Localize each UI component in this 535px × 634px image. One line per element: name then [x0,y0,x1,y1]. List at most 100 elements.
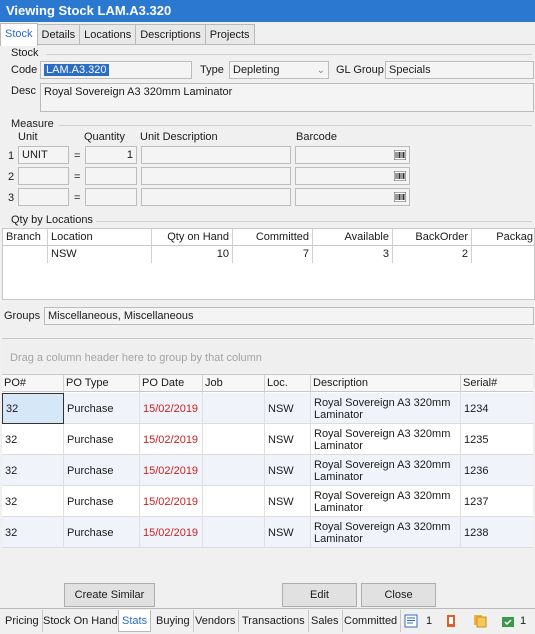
attachment-icon[interactable] [444,614,458,628]
description-line: Royal Sovereign A3 320mm [314,489,451,502]
groups-label: Groups [4,310,41,322]
window-title: Viewing Stock LAM.A3.320 [0,0,535,22]
qty-by-locations-divider [96,221,532,222]
measure-barcode-field[interactable] [295,167,410,185]
po-date-cell: 15/02/2019 [140,455,203,486]
description-line: Laminator [314,470,363,483]
po-type-cell: Purchase [64,393,140,424]
measure-quantity-header: Quantity [84,131,125,143]
tab-projects[interactable]: Projects [204,24,255,45]
gl-group-field[interactable]: Specials [385,61,534,79]
measure-unit-field[interactable]: UNIT [18,146,69,164]
close-button[interactable]: Close [361,583,436,607]
tab-stock[interactable]: Stock [0,23,38,46]
bottom-tab-bar: Pricing Stock On Hand Stats Buying Vendo… [0,608,535,634]
column-header-location[interactable]: Loc. [265,375,311,393]
tab-transactions[interactable]: Transactions [239,610,309,632]
qty-on-hand-cell: 10 [152,246,233,263]
measure-barcode-field[interactable] [295,146,410,164]
stock-group-title: Stock [11,47,39,59]
measure-unit-description-header: Unit Description [140,131,218,143]
tab-stock-on-hand[interactable]: Stock On Hand [40,610,122,632]
column-header-po-number[interactable]: PO# [2,375,64,393]
tab-locations[interactable]: Locations [79,24,137,45]
measure-unit-description-field[interactable] [141,146,291,164]
description-line: Laminator [314,532,363,545]
job-cell [203,486,265,517]
tab-buying[interactable]: Buying [153,610,194,632]
table-row[interactable]: 32 Purchase 15/02/2019 NSW Royal Soverei… [2,455,533,486]
barcode-icon[interactable] [394,192,406,202]
po-number-cell[interactable]: 32 [2,393,64,424]
column-header-package[interactable]: Packag [472,229,535,245]
type-value: Depleting [233,64,280,76]
tab-details[interactable]: Details [36,24,81,45]
measure-barcode-field[interactable] [295,188,410,206]
column-header-backorder[interactable]: BackOrder [393,229,472,245]
measure-quantity-field[interactable] [85,188,137,206]
measure-group-title: Measure [11,118,54,130]
stock-group-divider [46,54,532,55]
groups-field[interactable]: Miscellaneous, Miscellaneous [44,307,534,325]
measure-quantity-field[interactable]: 1 [85,146,137,164]
location-cell: NSW [48,246,152,263]
gl-group-label: GL Group [336,64,384,76]
type-select[interactable]: Depleting ⌄ [229,61,329,79]
code-value: LAM.A3.320 [44,64,109,76]
barcode-icon[interactable] [394,150,406,160]
tab-vendors[interactable]: Vendors [192,610,240,632]
column-header-job[interactable]: Job [203,375,265,393]
po-date-cell: 15/02/2019 [140,393,203,424]
qty-by-locations-title: Qty by Locations [11,214,93,226]
tab-committed[interactable]: Committed [341,610,402,632]
po-type-cell: Purchase [64,424,140,455]
table-row[interactable]: 32 Purchase 15/02/2019 NSW Royal Soverei… [2,424,533,455]
barcode-icon[interactable] [394,171,406,181]
table-row[interactable]: NSW 10 7 3 2 [3,246,535,263]
measure-unit-description-field[interactable] [141,167,291,185]
serial-cell: 1235 [464,433,489,446]
tasks-icon[interactable] [501,614,515,628]
description-cell: Royal Sovereign A3 320mm Laminator [311,455,461,486]
group-by-panel[interactable]: Drag a column header here to group by th… [2,338,533,374]
table-row[interactable]: 32 Purchase 15/02/2019 NSW Royal Soverei… [2,486,533,517]
edit-button[interactable]: Edit [282,583,357,607]
column-header-po-date[interactable]: PO Date [140,375,203,393]
create-similar-button[interactable]: Create Similar [64,583,155,607]
location-cell: NSW [265,424,311,455]
column-header-qty-on-hand[interactable]: Qty on Hand [152,229,233,245]
measure-unit-field[interactable] [18,167,69,185]
table-row[interactable]: 32 Purchase 15/02/2019 NSW Royal Soverei… [2,517,533,548]
column-header-location[interactable]: Location [48,229,152,245]
tasks-count: 1 [520,615,527,627]
column-header-description[interactable]: Description [311,375,461,393]
tab-sales[interactable]: Sales [308,610,343,632]
po-number-cell: 32 [2,424,64,455]
top-tabs: Stock Details Locations Descriptions Pro… [0,23,255,46]
measure-row-number: 3 [8,192,15,204]
equals-sign: = [74,150,81,162]
column-header-committed[interactable]: Committed [233,229,313,245]
measure-quantity-field[interactable] [85,167,137,185]
po-date-cell: 15/02/2019 [140,486,203,517]
column-header-po-type[interactable]: PO Type [64,375,140,393]
column-header-serial[interactable]: Serial# [461,375,533,393]
documents-icon[interactable] [473,614,487,628]
tab-descriptions[interactable]: Descriptions [135,24,206,45]
column-header-available[interactable]: Available [313,229,393,245]
serial-cell: 1238 [464,526,489,539]
tab-stats[interactable]: Stats [118,610,152,632]
location-cell: NSW [265,393,311,424]
qty-grid-header: Branch Location Qty on Hand Committed Av… [3,229,535,246]
desc-field[interactable]: Royal Sovereign A3 320mm Laminator [40,83,534,112]
po-type-cell: Purchase [64,517,140,548]
description-line: Laminator [314,408,363,421]
table-row[interactable]: 32 Purchase 15/02/2019 NSW Royal Soverei… [2,393,533,424]
column-header-branch[interactable]: Branch [3,229,48,245]
measure-unit-description-field[interactable] [141,188,291,206]
tab-pricing[interactable]: Pricing [2,610,43,632]
code-field[interactable]: LAM.A3.320 [40,61,192,79]
notes-icon[interactable] [404,614,418,628]
measure-unit-field[interactable] [18,188,69,206]
description-line: Laminator [314,439,363,452]
